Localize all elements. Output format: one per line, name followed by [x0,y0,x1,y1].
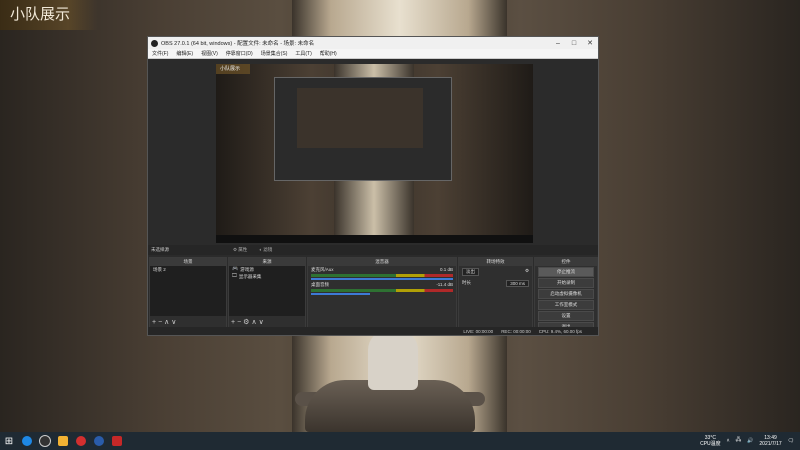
menu-file[interactable]: 文件(F) [148,50,172,57]
controls-dock: 控件 停止推流 开始录制 启动虚拟摄像机 工作室模式 设置 退出 [534,257,598,332]
mixer-channel-header: 桌面音频 -11.4 dB [308,281,456,288]
transitions-title: 转场特效 [459,258,532,266]
no-source-label: 未选择源 [151,247,169,252]
network-icon[interactable]: 🖧 [736,437,742,445]
system-tray: 33°C CPU温度 ˄ 🖧 🔊 13:49 2021/7/17 🗨 [700,432,794,450]
settings-button[interactable]: 设置 [538,311,594,321]
source-toolbar: 未选择源 ⚙ 属性 ◐ 滤镜 [148,245,598,255]
preview-taskbar [216,235,533,243]
duration-row: 时长 300 ms [459,278,532,289]
menu-scene-collection[interactable]: 场景集合(S) [257,50,292,57]
sources-dock: 来源 🎮 游戏源 🖵 显示器采集 +−⚙∧∨ [228,257,306,329]
minimize-button[interactable]: – [550,40,566,47]
mixer-dock: 混音器 麦克风/Aux 0.1 dB 桌面音频 -11.4 dB [307,257,457,329]
edge-icon[interactable] [18,432,36,450]
source-label: 显示器采集 [238,274,262,279]
volume-meter [311,289,453,292]
filters-label: 滤镜 [263,247,273,252]
status-bar: LIVE: 00:00:00 REC: 00:00:00 CPU: 9.4%, … [148,327,598,335]
preview-canvas[interactable]: 小队展示 [216,64,533,243]
transition-select-row: 淡出 ⚙ [459,266,532,278]
dock-area: 场景 场景 2 +−∧∨ 来源 🎮 游戏源 🖵 显示器采集 +−⚙∧∨ 混音器 麦克… [148,257,598,332]
channel-db: 0.1 dB [439,267,453,272]
scenes-title: 场景 [150,258,226,266]
date: 2021/7/17 [759,441,782,447]
maximize-button[interactable]: □ [566,40,582,47]
source-item[interactable]: 🖵 显示器采集 [229,273,305,280]
netease-music-icon[interactable] [72,432,90,450]
menu-bar: 文件(F) 编辑(E) 视图(V) 停靠窗口(D) 场景集合(S) 工具(T) … [148,49,598,59]
windows-start-icon[interactable]: ⊞ [0,432,18,450]
mixer-channel-header: 麦克风/Aux 0.1 dB [308,266,456,273]
properties-label: 属性 [238,247,248,252]
volume-slider[interactable] [311,278,453,280]
weather-text: CPU温度 [700,441,721,447]
weather-widget[interactable]: 33°C CPU温度 [700,435,721,447]
gear-icon[interactable]: ⚙ [525,268,529,276]
cpu-status: CPU: 9.4%, 60.00 fps [538,328,582,334]
duration-label: 时长 [462,280,471,285]
obs-logo-icon [151,39,158,47]
channel-db: -11.4 dB [436,282,453,287]
app-icon[interactable] [108,432,126,450]
source-controls[interactable]: +−⚙∧∨ [231,318,266,326]
menu-tools[interactable]: 工具(T) [291,50,315,57]
statue [368,330,418,390]
properties-button[interactable]: ⚙ 属性 [229,247,251,253]
nested-preview [297,88,423,148]
scene-item[interactable]: 场景 2 [150,266,226,273]
stop-stream-button[interactable]: 停止推流 [538,267,594,277]
channel-name: 桌面音频 [311,282,329,287]
close-button[interactable]: ✕ [582,39,598,47]
scene-controls[interactable]: +−∧∨ [152,318,178,326]
preview-team-label: 小队展示 [216,64,251,74]
scenes-list[interactable]: 场景 2 [150,266,226,316]
mixer-title: 混音器 [308,258,456,266]
window-title: OBS 27.0.1 (64 bit, windows) - 配置文件: 未命名… [161,41,315,47]
folder-icon[interactable] [54,432,72,450]
obs-window[interactable]: OBS 27.0.1 (64 bit, windows) - 配置文件: 未命名… [147,36,599,336]
notification-icon[interactable]: 🗨 [788,438,794,444]
game-icon: 🎮 [232,266,239,272]
monitor-icon: 🖵 [232,273,237,279]
rec-status: REC: 00:00:00 [501,328,531,334]
nested-obs-window [274,77,452,181]
speaker-icon[interactable]: 🔊 [747,438,753,444]
start-recording-button[interactable]: 开始录制 [538,278,594,288]
menu-help[interactable]: 帮助(H) [316,50,341,57]
obs-icon[interactable] [36,432,54,450]
source-item[interactable]: 🎮 游戏源 [229,266,305,273]
scenes-dock: 场景 场景 2 +−∧∨ [149,257,227,329]
channel-name: 麦克风/Aux [311,267,334,272]
source-label: 游戏源 [240,267,254,272]
filters-button[interactable]: ◐ 滤镜 [255,247,276,253]
controls-title: 控件 [535,258,597,266]
transitions-dock: 转场特效 淡出 ⚙ 时长 300 ms [458,257,533,329]
menu-docks[interactable]: 停靠窗口(D) [222,50,257,57]
transition-select[interactable]: 淡出 [462,268,479,276]
live-status: LIVE: 00:00:00 [463,328,494,334]
virtual-camera-button[interactable]: 启动虚拟摄像机 [538,289,594,299]
volume-meter [311,274,453,277]
clock[interactable]: 13:49 2021/7/17 [759,435,781,447]
menu-edit[interactable]: 编辑(E) [172,50,197,57]
duration-input[interactable]: 300 ms [506,280,529,287]
studio-mode-button[interactable]: 工作室模式 [538,300,594,310]
sources-list[interactable]: 🎮 游戏源 🖵 显示器采集 [229,266,305,316]
volume-slider[interactable] [311,293,371,295]
menu-view[interactable]: 视图(V) [197,50,222,57]
obs-titlebar[interactable]: OBS 27.0.1 (64 bit, windows) - 配置文件: 未命名… [148,37,598,49]
team-label: 小队展示 [0,0,99,30]
chevron-up-icon[interactable]: ˄ [727,438,730,444]
sources-title: 来源 [229,258,305,266]
windows-taskbar: ⊞ 33°C CPU温度 ˄ 🖧 🔊 13:49 2021/7/17 🗨 [0,432,800,450]
app-icon[interactable] [90,432,108,450]
